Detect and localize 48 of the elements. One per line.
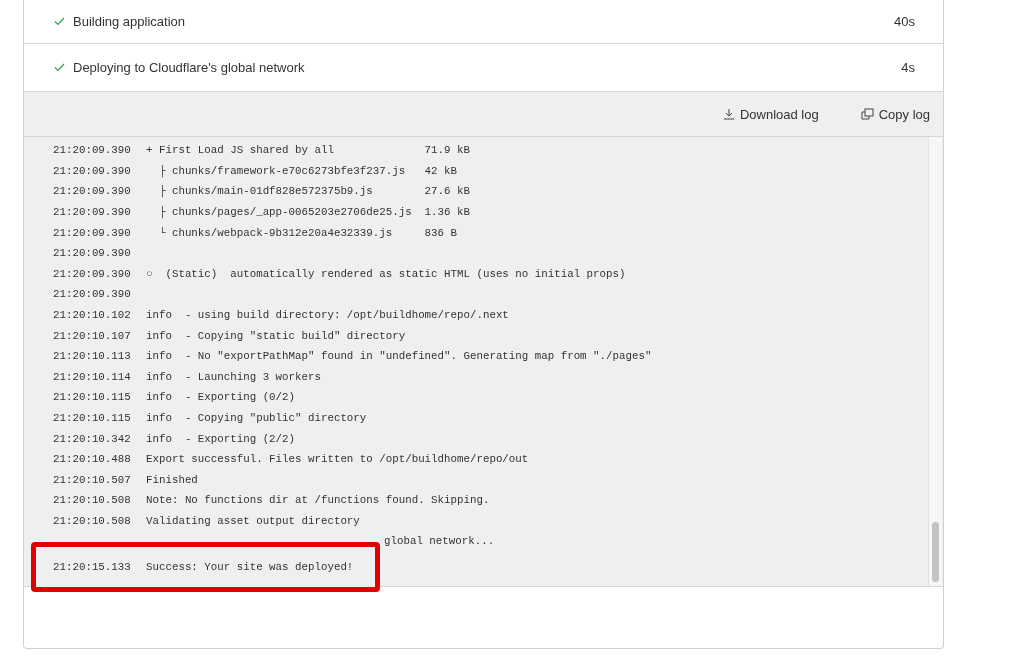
log-message: info - Exporting (2/2): [146, 432, 296, 445]
log-message: Validating asset output directory: [146, 515, 360, 527]
log-timestamp: 21:20:09.390: [53, 288, 132, 301]
copy-icon: [860, 108, 874, 120]
download-icon: [722, 108, 735, 120]
download-log-button[interactable]: Download log: [722, 106, 819, 122]
log-timestamp: 21:20:09.390: [53, 226, 132, 239]
log-timestamp: 21:20:09.390: [53, 267, 132, 280]
log-message: info - Copying "public" directory: [146, 412, 367, 424]
log-message: info - No "exportPathMap" found in "undefined". Generating map from "./pages": [146, 350, 652, 363]
log-message: info - using build directory: /opt/buildhome/repo/.next: [146, 309, 509, 322]
log-message: ├ chunks/framework-e70c6273bfe3f237.js 42 kB: [157, 164, 457, 177]
log-message: Note: No functions dir at /functions found. Skipping.: [146, 494, 490, 507]
log-timestamp: 21:20:10.342: [53, 432, 132, 445]
log-timestamp: 21:20:10.113: [53, 350, 132, 363]
log-timestamp: 21:20:15.133: [53, 560, 132, 573]
log-timestamp: 21:20:10.102: [53, 309, 132, 322]
step-label: Building application: [73, 14, 187, 29]
log-message: Export successful. Files written to /opt/buildhome/repo/out: [146, 453, 529, 466]
scrollbar-thumb[interactable]: [932, 522, 939, 582]
log-timestamp: 21:20:09.390: [53, 247, 132, 260]
log-message: info - Copying "static build" directory: [146, 329, 406, 342]
log-timestamp: 21:20:10.115: [53, 412, 132, 424]
log-timestamp: 21:20:10.488: [53, 453, 132, 466]
log-timestamp: 21:20:09.390: [53, 206, 132, 219]
log-timestamp: 21:20:10.507: [53, 473, 132, 486]
log-timestamp: 21:20:09.390: [53, 164, 132, 177]
step-duration: 40s: [894, 14, 915, 29]
log-message: ├ chunks/main-01df828e572375b9.js 27.6 kB: [157, 185, 470, 198]
log-timestamp: 21:20:10.508: [53, 494, 132, 507]
log-message: info - Exporting (0/2): [146, 391, 296, 404]
log-timestamp: 21:20:09.390: [53, 144, 132, 157]
log-message: + First Load JS shared by all 71.9 kB: [146, 144, 470, 157]
log-message: ├ chunks/pages/_app-0065203e2706de25.js 1.36 kB: [157, 206, 470, 219]
log-message: global network...: [383, 536, 495, 547]
log-timestamp: 21:20:09.390: [53, 185, 132, 198]
step-label: Deploying to Cloudflare's global network: [73, 60, 306, 75]
copy-log-button[interactable]: Copy log: [860, 106, 930, 122]
log-timestamp: 21:20:10.115: [53, 391, 132, 404]
log-timestamp: 21:20:10.114: [53, 370, 132, 383]
log-message: ○ (Static) automatically rendered as static HTML (uses no initial props): [146, 267, 626, 280]
log-message: └ chunks/webpack-9b312e20a4e32339.js 836 B: [157, 226, 457, 239]
log-timestamp: 21:20:10.107: [53, 329, 132, 342]
step-duration: 4s: [901, 60, 915, 75]
log-timestamp: 21:20:10.508: [53, 515, 132, 527]
log-message: Success: Your site was deployed!: [146, 560, 354, 573]
log-message: Finished: [146, 473, 198, 486]
log-message: info - Launching 3 workers: [146, 370, 321, 383]
